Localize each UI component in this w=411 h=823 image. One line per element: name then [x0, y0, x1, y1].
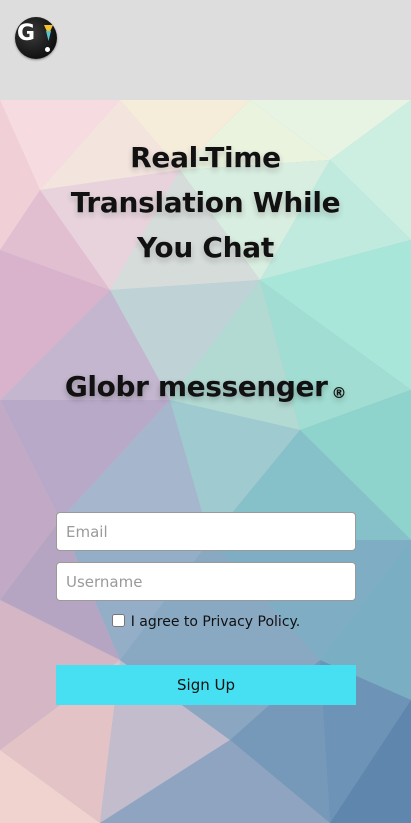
username-field[interactable]	[56, 562, 356, 601]
sign-up-button[interactable]: Sign Up	[56, 665, 356, 705]
hero-section: Real-Time Translation While You Chat Glo…	[0, 100, 411, 823]
privacy-label[interactable]: I agree to Privacy Policy.	[131, 614, 301, 630]
brand-title: Globr messenger ®	[20, 370, 391, 403]
logo-letter: G	[17, 21, 36, 46]
brand-name: Globr messenger	[64, 370, 328, 403]
logo-dot	[45, 47, 50, 52]
headline: Real-Time Translation While You Chat	[70, 141, 341, 264]
registered-mark: ®	[331, 384, 347, 402]
signup-page: G Real-Time Translation While You Chat G…	[0, 0, 411, 823]
leaf-icon	[44, 25, 53, 41]
email-field[interactable]	[56, 512, 356, 551]
top-bar: G	[0, 0, 411, 100]
globr-logo-icon[interactable]: G	[15, 17, 57, 59]
privacy-checkbox[interactable]	[111, 614, 125, 627]
privacy-agreement: I agree to Privacy Policy.	[56, 614, 356, 630]
